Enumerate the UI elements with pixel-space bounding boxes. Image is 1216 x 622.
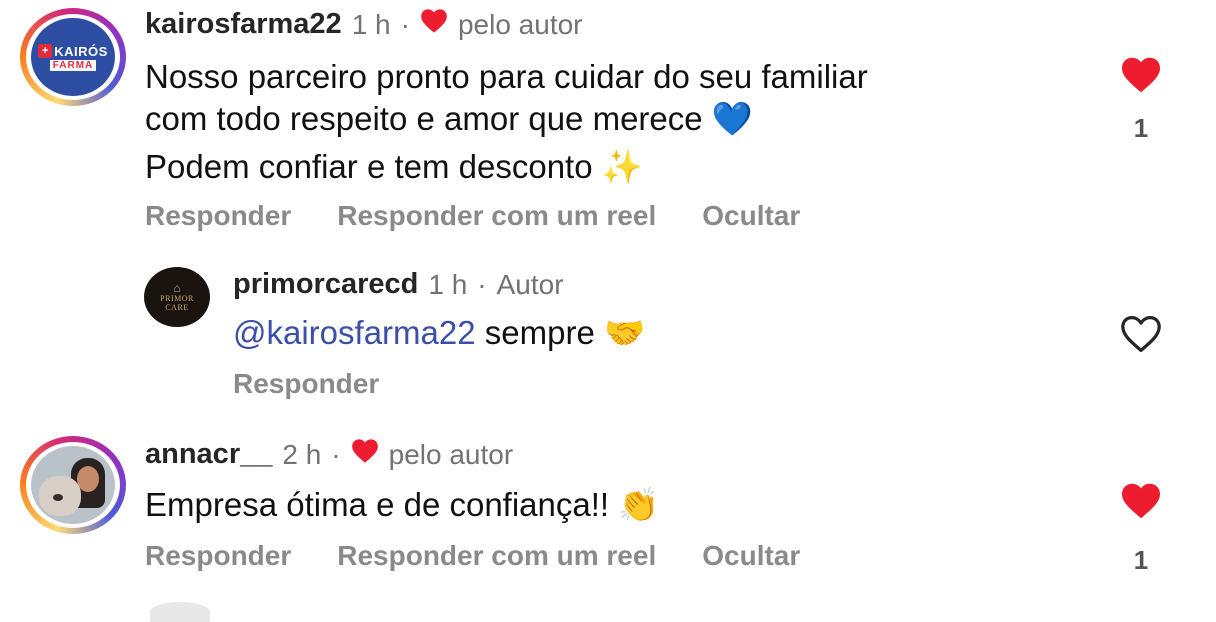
clapping-hands-emoji: 👏: [618, 485, 660, 524]
reply-with-reel-button[interactable]: Responder com um reel: [337, 540, 656, 572]
reply-button[interactable]: Responder: [145, 540, 291, 572]
timestamp: 1 h: [428, 268, 468, 300]
like-control: 1: [1118, 482, 1164, 576]
comment-body: Empresa ótima e de confiança!! 👏: [145, 484, 659, 526]
next-comment-avatar-partial: [150, 602, 210, 622]
timestamp: 1 h: [351, 8, 391, 40]
separator: ·: [477, 268, 487, 300]
blue-heart-emoji: 💙: [711, 99, 753, 138]
reply-button[interactable]: Responder: [233, 368, 379, 399]
comment-line-text: com todo respeito e amor que merece: [145, 100, 703, 137]
mention-link[interactable]: @kairosfarma22: [233, 314, 476, 351]
comment-line: com todo respeito e amor que merece 💙: [145, 98, 1085, 140]
photo-face: [77, 466, 99, 492]
kairos-logo: + KAIRÓS FARMA: [31, 18, 115, 96]
logo-text-top: KAIRÓS: [54, 43, 108, 59]
like-count: 1: [1133, 113, 1149, 143]
avatar-annacr[interactable]: [20, 436, 126, 534]
liked-by-author-label: pelo autor: [388, 438, 514, 470]
handshake-emoji: 🤝: [603, 313, 646, 352]
comment-header: kairosfarma22 1 h · pelo autor: [145, 8, 583, 41]
hide-button[interactable]: Ocultar: [702, 540, 800, 572]
heart-filled-icon[interactable]: [1119, 483, 1163, 524]
comment-line-text: Podem confiar e tem desconto: [145, 148, 593, 185]
username[interactable]: primorcarecd: [233, 268, 418, 301]
avatar-inner: + KAIRÓS FARMA: [26, 14, 120, 100]
author-badge: Autor: [496, 268, 564, 300]
comment-actions: Responder: [233, 368, 379, 400]
photo-dog-nose: [53, 494, 63, 501]
comment-actions: Responder Responder com um reel Ocultar: [145, 200, 800, 232]
heart-filled-icon[interactable]: [1119, 57, 1163, 98]
heart-filled-icon: [420, 8, 448, 41]
like-count: 1: [1133, 545, 1149, 575]
comment-header: annacr__ 2 h · pelo autor: [145, 438, 513, 471]
heart-outline-icon[interactable]: [1118, 314, 1164, 359]
comment-text: sempre: [484, 314, 595, 351]
house-icon: ⌂: [173, 281, 181, 295]
username[interactable]: annacr__: [145, 438, 272, 471]
comment-line: Podem confiar e tem desconto ✨: [145, 146, 1085, 188]
username[interactable]: kairosfarma22: [145, 8, 342, 41]
heart-filled-icon: [351, 438, 379, 471]
cross-icon: +: [38, 44, 53, 58]
sparkles-emoji: ✨: [601, 147, 643, 186]
avatar-kairosfarma22[interactable]: + KAIRÓS FARMA: [20, 8, 126, 106]
avatar-inner: [26, 442, 120, 528]
comment-header: primorcarecd 1 h · Autor: [233, 268, 564, 301]
comment-actions: Responder Responder com um reel Ocultar: [145, 540, 800, 572]
separator: ·: [400, 8, 410, 40]
like-control: 1: [1118, 56, 1164, 144]
reply-button[interactable]: Responder: [145, 200, 291, 232]
comment-line: Nosso parceiro pronto para cuidar do seu…: [145, 58, 868, 95]
logo-text-top: PRIMOR: [160, 294, 194, 303]
hide-button[interactable]: Ocultar: [702, 200, 800, 232]
logo-text-bottom: FARMA: [49, 59, 97, 71]
logo-text-bottom: CARE: [165, 303, 189, 312]
comment-body: @kairosfarma22 sempre 🤝: [233, 312, 645, 354]
comment-body: Nosso parceiro pronto para cuidar do seu…: [145, 56, 1085, 188]
liked-by-author-label: pelo autor: [457, 8, 583, 40]
comment-text: Empresa ótima e de confiança!!: [145, 486, 610, 523]
profile-photo: [31, 446, 115, 524]
avatar-primorcarecd[interactable]: ⌂ PRIMOR CARE: [144, 267, 210, 327]
timestamp: 2 h: [282, 438, 322, 470]
separator: ·: [331, 438, 341, 470]
reply-with-reel-button[interactable]: Responder com um reel: [337, 200, 656, 232]
